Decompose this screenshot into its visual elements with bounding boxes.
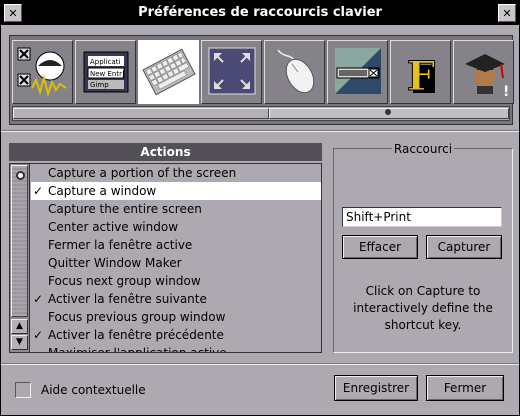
action-list-item[interactable]: Focus previous group window [31,308,321,326]
action-list-item[interactable]: Fermer la fenêtre active [31,236,321,254]
action-label: Quitter Window Maker [48,256,182,270]
action-list-item[interactable]: Quitter Window Maker [31,254,321,272]
expert-section-button[interactable]: ! [453,40,514,104]
section-icon-bar: Applicati New Entr| Gimp F ! [9,35,514,125]
window-title: Préférences de raccourcis clavier [138,5,382,20]
menu-editor-section-button[interactable]: Applicati New Entr| Gimp [75,40,136,104]
actions-header: Actions [9,143,322,161]
action-label: Capture a portion of the screen [48,166,237,180]
font-section-button[interactable]: F [390,40,451,104]
action-label: Capture the entire screen [48,202,202,216]
action-label: Maximiser l'application active [48,346,227,353]
action-label: Center active window [48,220,179,234]
scroll-dot-icon [385,109,391,115]
icon-strip-scroll-thumb[interactable] [13,108,269,119]
action-label: Focus previous group window [48,310,226,324]
action-list-item[interactable]: Center active window [31,218,321,236]
preferences-window: ✕ Préférences de raccourcis clavier ✕ Ap… [0,0,520,416]
mouse-section-button[interactable] [264,40,325,104]
menu-line-3: Gimp [90,81,109,89]
action-list-item[interactable]: Maximiser l'application active [31,344,321,353]
icon-strip-scrollbar[interactable] [12,106,510,121]
keyboard-section-button[interactable] [138,40,199,104]
context-help-label: Aide contextuelle [41,383,146,397]
save-button[interactable]: Enregistrer [334,375,418,401]
expert-icon: ! [464,54,509,100]
menu-editor-icon: Applicati New Entr| Gimp [83,51,128,93]
menu-line-2: New Entr| [90,70,124,78]
wmaker-icon [17,47,67,98]
action-label: Activer la fenêtre suivante [48,292,207,306]
shortcut-help-text: Click on Capture to interactively define… [353,284,493,332]
action-list-item[interactable]: Capture the entire screen [31,200,321,218]
checkmark-icon: ✓ [33,184,44,198]
checkmark-icon: ✓ [33,292,44,306]
checkmark-icon: ✓ [33,328,44,342]
shortcut-group-title: Raccourci [334,142,512,156]
action-list-item[interactable]: Focus next group window [31,272,321,290]
arrow-up-icon: ▲ [16,321,23,331]
title-bar[interactable]: ✕ Préférences de raccourcis clavier ✕ [1,1,519,25]
action-label: Fermer la fenêtre active [48,238,193,252]
svg-text:!: ! [503,84,509,100]
action-label: Activer la fenêtre précédente [48,328,224,342]
action-list-item[interactable]: ✓ Activer la fenêtre suivante [31,290,321,308]
close-button[interactable]: ✕ [498,4,516,22]
window-resize-icon [208,47,255,95]
wmaker-section-button[interactable] [12,40,73,104]
context-help-checkbox[interactable] [15,382,31,398]
shortcut-group: Raccourci Shift+Print Effacer Capturer C… [333,142,513,353]
close-x-icon: ✕ [502,6,512,20]
clear-button[interactable]: Effacer [342,235,418,259]
close-dialog-button[interactable]: Fermer [426,375,504,401]
scroll-down-button[interactable]: ▼ [11,335,28,350]
action-label: Focus next group window [48,274,201,288]
capture-button[interactable]: Capturer [426,235,502,259]
window-handling-section-button[interactable] [327,40,388,104]
shortcut-group-label: Raccourci [391,142,455,156]
actions-scrollbar[interactable]: ▲ ▼ [10,164,30,352]
font-letter: F [406,53,434,100]
actions-scroll-thumb[interactable] [11,165,28,317]
scroll-knob-icon [16,171,25,180]
divider [1,130,519,132]
scroll-up-button[interactable]: ▲ [11,319,28,334]
action-list-item[interactable]: Capture a portion of the screen [31,164,321,182]
menu-line-1: Applicati [90,58,120,66]
miniaturize-button[interactable]: ✕ [4,4,22,22]
action-label: Capture a window [48,184,157,198]
actions-list[interactable]: ▲ ▼ Capture a portion of the screen ✓ Capt… [9,163,322,353]
arrow-down-icon: ▼ [16,337,23,347]
font-icon: F [406,53,435,101]
window-icon [334,48,381,94]
mouse-icon [276,49,314,94]
actions-rows: Capture a portion of the screen ✓ Capture … [31,164,321,353]
window-resize-section-button[interactable] [201,40,262,104]
keyboard-icon [141,48,196,96]
action-list-item[interactable]: ✓ Capture a window [31,182,321,200]
shortcut-field[interactable]: Shift+Print [342,207,502,227]
action-list-item[interactable]: ✓ Activer la fenêtre précédente [31,326,321,344]
close-x-icon: ✕ [8,6,18,20]
divider [1,363,519,365]
